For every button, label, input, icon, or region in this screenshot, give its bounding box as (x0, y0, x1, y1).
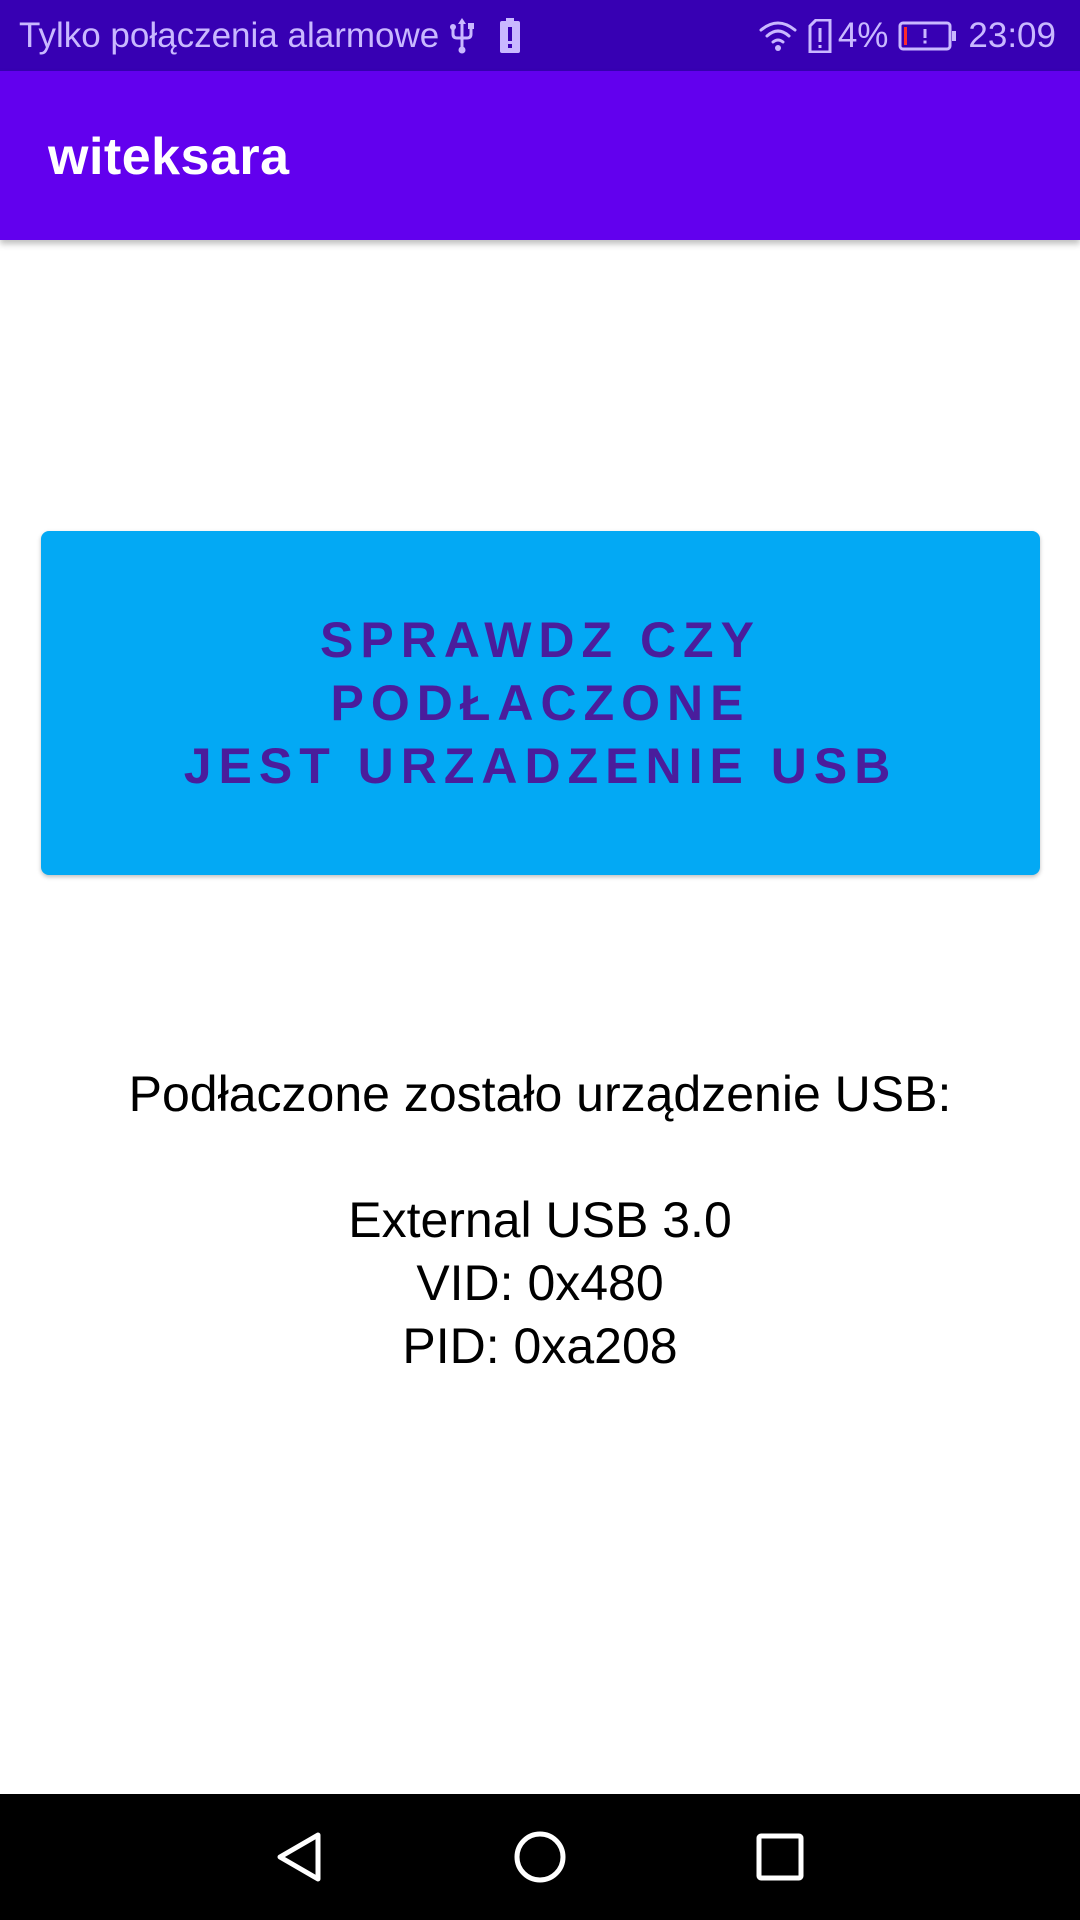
sim-alert-icon (808, 18, 832, 53)
wifi-icon (758, 20, 798, 52)
status-left: Tylko połączenia alarmowe (19, 16, 521, 56)
carrier-text: Tylko połączenia alarmowe (19, 15, 440, 55)
clock: 23:09 (968, 15, 1056, 55)
battery-low-icon (898, 21, 958, 51)
app-bar: witeksara (0, 71, 1080, 240)
home-icon (514, 1831, 566, 1883)
device-name: External USB 3.0 (348, 1192, 732, 1248)
check-usb-button-line-1: SPRAWDZ CZY PODŁACZONE (320, 611, 761, 731)
result-spacer (0, 1126, 1080, 1189)
battery-percent: 4% (837, 15, 889, 55)
recents-button[interactable] (717, 1794, 843, 1920)
app-title: witeksara (48, 128, 290, 186)
back-icon (277, 1832, 321, 1882)
usb-result-text: Podłaczone zostało urządzenie USB: Exter… (0, 1063, 1080, 1378)
usb-icon (449, 17, 475, 54)
recents-icon (756, 1833, 804, 1881)
check-usb-button-label: SPRAWDZ CZY PODŁACZONE JEST URZADZENIE U… (111, 609, 971, 798)
check-usb-button[interactable]: SPRAWDZ CZY PODŁACZONE JEST URZADZENIE U… (41, 531, 1040, 875)
device-vid: VID: 0x480 (416, 1255, 664, 1311)
device-pid: PID: 0xa208 (402, 1318, 678, 1374)
navigation-bar (0, 1794, 1080, 1920)
screen: Tylko połączenia alarmowe 4% 23:09 witek… (0, 0, 1080, 1920)
status-right: 4% 23:09 (758, 16, 1056, 56)
result-heading: Podłaczone zostało urządzenie USB: (128, 1066, 952, 1122)
status-bar: Tylko połączenia alarmowe 4% 23:09 (0, 0, 1080, 71)
back-button[interactable] (237, 1794, 363, 1920)
home-button[interactable] (477, 1794, 603, 1920)
battery-alert-icon (499, 17, 521, 54)
check-usb-button-line-2: JEST URZADZENIE USB (183, 737, 898, 794)
